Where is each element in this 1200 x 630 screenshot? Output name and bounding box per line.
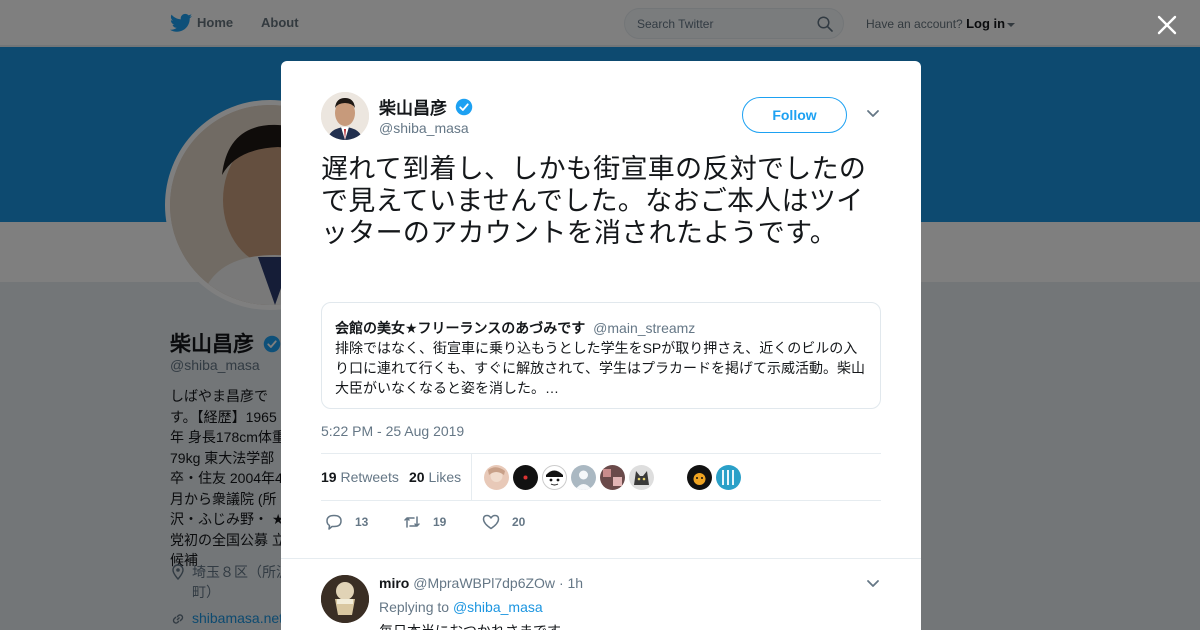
chevron-down-icon[interactable] — [866, 579, 880, 589]
tweet-modal: 柴山昌彦 @shiba_masa Follow 遅れて到着し、しかも街宣車の反対… — [281, 61, 921, 630]
replying-to: Replying to @shiba_masa — [379, 599, 543, 615]
author-name-text[interactable]: 柴山昌彦 — [379, 99, 447, 118]
author-avatar[interactable] — [321, 92, 369, 140]
reply-icon[interactable] — [325, 513, 343, 531]
quoted-author-handle: @main_streamz — [593, 320, 696, 336]
tweet-timestamp[interactable]: 5:22 PM - 25 Aug 2019 — [321, 423, 464, 439]
quoted-tweet[interactable]: 会館の美女★フリーランスのあづみです @main_streamz 排除ではなく、… — [321, 302, 881, 409]
quoted-author-name: 会館の美女★フリーランスのあづみです — [335, 320, 586, 336]
likes-count: 20 — [409, 469, 425, 485]
verified-badge-icon — [455, 98, 472, 116]
close-icon[interactable] — [1156, 14, 1178, 36]
reply-author-avatar[interactable] — [321, 575, 369, 623]
retweets-stat[interactable]: 19 Retweets — [321, 469, 399, 485]
stats-divider — [471, 454, 472, 500]
liker-avatar[interactable] — [716, 465, 741, 490]
retweet-icon[interactable] — [403, 513, 421, 531]
author-avatar-image — [321, 92, 369, 140]
liker-avatar[interactable] — [687, 465, 712, 490]
tweet-text: 遅れて到着し、しかも街宣車の反対でしたので見えていませんでした。なおご本人はツイ… — [321, 154, 867, 248]
reply-header: miro @MpraWBPl7dp6ZOw · 1h — [379, 575, 583, 591]
quoted-tweet-text: 排除ではなく、街宣車に乗り込もうとした学生をSPが取り押さえ、近くのビルの入り口… — [335, 340, 866, 396]
liker-avatar[interactable] — [513, 465, 538, 490]
liker-avatar[interactable] — [629, 465, 654, 490]
reply-age[interactable]: · 1h — [559, 575, 583, 591]
reply-count: 13 — [355, 515, 369, 529]
retweet-count: 19 — [433, 515, 447, 529]
reply-text: 毎日本当におつかれさまです — [379, 621, 561, 630]
reply-author-name[interactable]: miro — [379, 575, 409, 591]
replying-to-label: Replying to — [379, 599, 450, 615]
tweet-stats: 19 Retweets 20 Likes — [321, 453, 881, 501]
reply-author-handle[interactable]: @MpraWBPl7dp6ZOw — [413, 575, 555, 591]
reply-avatar-image — [321, 575, 369, 623]
retweets-label: Retweets — [340, 469, 399, 485]
likes-label: Likes — [428, 469, 462, 485]
liker-avatar[interactable] — [542, 465, 567, 490]
liker-avatar[interactable] — [600, 465, 625, 490]
retweets-count: 19 — [321, 469, 337, 485]
like-count: 20 — [512, 515, 526, 529]
reply-tweet[interactable]: miro @MpraWBPl7dp6ZOw · 1h Replying to @… — [281, 558, 921, 630]
quoted-tweet-header: 会館の美女★フリーランスのあづみです @main_streamz — [335, 318, 695, 338]
likes-stat[interactable]: 20 Likes — [409, 469, 461, 485]
tweet-actions: 13 19 20 — [321, 513, 881, 537]
chevron-down-icon[interactable] — [866, 109, 880, 119]
author-handle[interactable]: @shiba_masa — [379, 120, 469, 136]
heart-icon[interactable] — [482, 513, 500, 531]
liker-avatar[interactable] — [571, 465, 596, 490]
replying-to-handle-link[interactable]: @shiba_masa — [453, 599, 543, 615]
liker-avatar[interactable] — [484, 465, 509, 490]
author-name[interactable]: 柴山昌彦 — [379, 94, 473, 119]
follow-button[interactable]: Follow — [742, 97, 847, 133]
